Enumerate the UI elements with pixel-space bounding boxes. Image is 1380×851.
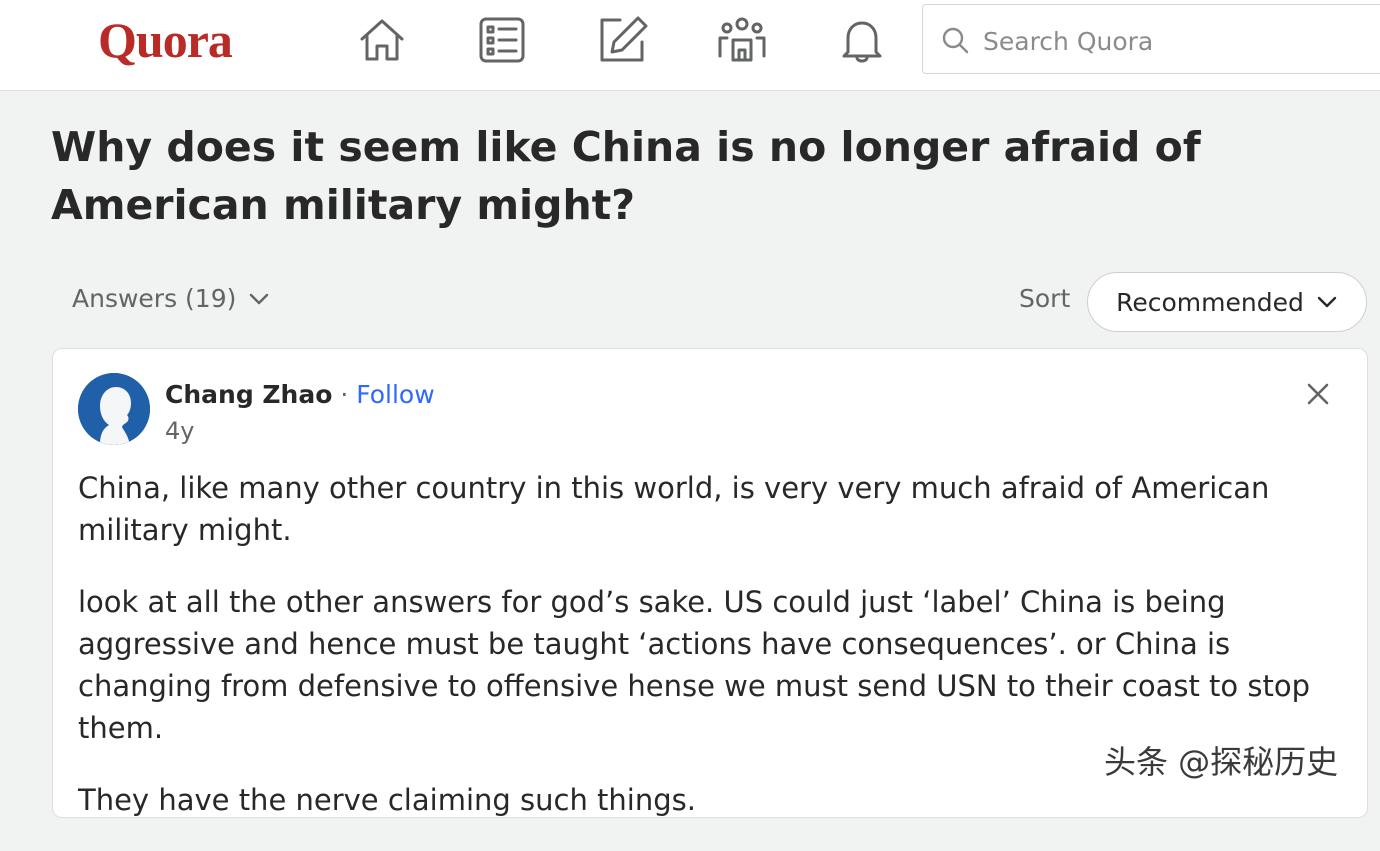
answer-paragraph: look at all the other answers for god’s … [78, 585, 1311, 745]
search-icon [942, 27, 969, 54]
top-navigation-bar: Quora [0, 0, 1380, 91]
question-title[interactable]: Why does it seem like China is no longer… [51, 118, 1351, 234]
separator-dot: · [340, 380, 349, 409]
sort-label: Sort [1019, 284, 1071, 313]
answers-count-label: Answers (19) [72, 284, 237, 313]
search-input[interactable] [981, 21, 1365, 61]
answers-dropdown[interactable]: Answers (19) [72, 284, 270, 313]
sort-dropdown-button[interactable]: Recommended [1087, 272, 1367, 332]
answer-paragraph: China, like many other country in this w… [78, 471, 1270, 547]
notifications-icon[interactable] [836, 14, 888, 66]
spaces-icon[interactable] [716, 14, 768, 66]
answer-timestamp[interactable]: 4y [165, 417, 194, 445]
follow-button[interactable]: Follow [356, 380, 434, 409]
answer-paragraph: They have the nerve claiming such things… [78, 783, 696, 817]
search-box[interactable] [922, 4, 1380, 74]
quora-logo[interactable]: Quora [98, 8, 233, 72]
following-icon[interactable] [476, 14, 528, 66]
default-avatar-icon [78, 373, 150, 445]
answer-body: China, like many other country in this w… [78, 467, 1348, 851]
author-name[interactable]: Chang Zhao [165, 380, 332, 409]
sort-value: Recommended [1116, 287, 1304, 317]
chevron-down-icon [1317, 296, 1337, 308]
watermark: 头条 @探秘历史 [1104, 743, 1339, 781]
close-icon[interactable] [1303, 379, 1333, 409]
answer-author-line: Chang Zhao · Follow [165, 379, 435, 411]
avatar[interactable] [78, 373, 150, 445]
answer-icon[interactable] [596, 14, 648, 66]
chevron-down-icon [250, 293, 269, 304]
home-icon[interactable] [356, 14, 408, 66]
